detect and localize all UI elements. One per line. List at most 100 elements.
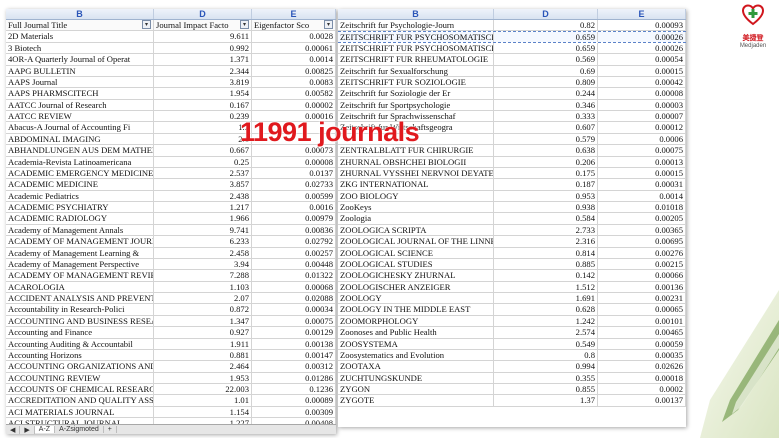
table-cell[interactable]: 0.00365: [598, 224, 686, 236]
table-cell[interactable]: ACADEMY OF MANAGEMENT JOURNAL: [6, 236, 154, 247]
table-cell[interactable]: 2.537: [154, 167, 252, 179]
table-cell[interactable]: 0.00026: [598, 32, 686, 42]
table-cell[interactable]: 1.103: [154, 281, 252, 292]
table-cell[interactable]: 0.659: [494, 32, 598, 42]
table-cell[interactable]: 0.00129: [252, 327, 336, 338]
table-cell[interactable]: 0.638: [494, 145, 598, 156]
table-cell[interactable]: ABDOMINAL IMAGING: [6, 133, 154, 145]
table-cell[interactable]: 0.239: [154, 111, 252, 122]
table-cell[interactable]: Accountability in Research-Polici: [6, 304, 154, 315]
table-cell[interactable]: 0.0028: [252, 31, 336, 42]
table-cell[interactable]: 0.01286: [252, 372, 336, 383]
table-cell[interactable]: 0.00054: [598, 54, 686, 65]
table-cell[interactable]: 0.00465: [598, 327, 686, 338]
table-cell[interactable]: Academy of Management Annals: [6, 224, 154, 236]
table-cell[interactable]: 0.0014: [598, 190, 686, 201]
table-cell[interactable]: AATCC REVIEW: [6, 111, 154, 122]
table-cell[interactable]: 0.25: [154, 156, 252, 167]
column-header-cell[interactable]: Full Journal Title ▾: [6, 20, 154, 31]
table-cell[interactable]: Zoonoses and Public Health: [338, 327, 494, 338]
table-cell[interactable]: 2.574: [494, 327, 598, 338]
table-cell[interactable]: ACCIDENT ANALYSIS AND PREVENTION: [6, 293, 154, 304]
table-cell[interactable]: Academy of Management Perspective: [6, 258, 154, 270]
table-cell[interactable]: 9.611: [154, 31, 252, 42]
table-cell[interactable]: 0.00075: [598, 145, 686, 156]
table-cell[interactable]: Accounting and Finance: [6, 327, 154, 338]
table-cell[interactable]: 0.00015: [598, 167, 686, 179]
table-cell[interactable]: ZOOLOGISCHER ANZEIGER: [338, 281, 494, 292]
table-cell[interactable]: 1.2: [154, 122, 252, 133]
table-cell[interactable]: 1.01: [154, 395, 252, 406]
table-cell[interactable]: 0.00231: [598, 293, 686, 304]
table-cell[interactable]: 6.233: [154, 236, 252, 247]
table-cell[interactable]: 0.00257: [252, 247, 336, 258]
table-cell[interactable]: 1.371: [154, 54, 252, 65]
table-cell[interactable]: ZHURNAL OBSHCHEI BIOLOGII: [338, 156, 494, 167]
table-cell[interactable]: 2.07: [154, 293, 252, 304]
table-cell[interactable]: 2.344: [154, 65, 252, 76]
table-cell[interactable]: Zoologia: [338, 213, 494, 224]
table-cell[interactable]: ZOOLOGICA SCRIPTA: [338, 224, 494, 236]
table-cell[interactable]: 0.885: [494, 258, 598, 270]
table-cell[interactable]: ZEITSCHRIFT FUR PSYCHOSOMATISCHE: [338, 42, 494, 54]
table-cell[interactable]: ZEITSCHRIFT FUR SOZIOLOGIE: [338, 76, 494, 88]
table-cell[interactable]: 0.00075: [252, 315, 336, 327]
table-cell[interactable]: 0.355: [494, 372, 598, 383]
filter-dropdown-icon[interactable]: ▾: [324, 20, 333, 29]
table-cell[interactable]: Zeitschrift fur Psychologie-Journ: [338, 20, 494, 31]
table-cell[interactable]: 0.02088: [252, 293, 336, 304]
table-cell[interactable]: 1.242: [494, 315, 598, 327]
table-cell[interactable]: ACADEMY OF MANAGEMENT REVIEW: [6, 270, 154, 281]
table-cell[interactable]: 0.00599: [252, 190, 336, 201]
table-cell[interactable]: AAPS PHARMSCITECH: [6, 88, 154, 99]
table-cell[interactable]: 0.00061: [252, 42, 336, 54]
table-cell[interactable]: 0.00312: [252, 361, 336, 372]
table-cell[interactable]: ZOOTAXA: [338, 361, 494, 372]
table-cell[interactable]: 0.00695: [598, 236, 686, 247]
table-cell[interactable]: 0.00059: [598, 338, 686, 349]
table-cell[interactable]: ZOOLOGICHESKY ZHURNAL: [338, 270, 494, 281]
table-cell[interactable]: 0.00065: [598, 304, 686, 315]
table-cell[interactable]: 0.607: [494, 122, 598, 133]
table-cell[interactable]: ACCOUNTING REVIEW: [6, 372, 154, 383]
table-cell[interactable]: 1.347: [154, 315, 252, 327]
table-cell[interactable]: 0.0083: [252, 76, 336, 88]
table-cell[interactable]: 0.00031: [598, 179, 686, 190]
table-cell[interactable]: ZOOLOGY: [338, 293, 494, 304]
table-cell[interactable]: 0.667: [154, 145, 252, 156]
table-cell[interactable]: 4OR-A Quarterly Journal of Operat: [6, 54, 154, 65]
table-cell[interactable]: 0.00147: [252, 349, 336, 361]
table-cell[interactable]: ZOOLOGICAL JOURNAL OF THE LINNEAN: [338, 236, 494, 247]
table-cell[interactable]: ZHURNAL VYSSHEI NERVNOI DEYATELNO: [338, 167, 494, 179]
table-cell[interactable]: 0.0006: [598, 133, 686, 145]
table-cell[interactable]: 0.00026: [598, 42, 686, 54]
table-cell[interactable]: ZEITSCHRIFT FUR PSYCHOSOMATISCHE: [338, 32, 494, 42]
table-cell[interactable]: 0.881: [154, 349, 252, 361]
table-cell[interactable]: ACADEMIC MEDICINE: [6, 179, 154, 190]
table-cell[interactable]: 0.8: [494, 349, 598, 361]
table-cell[interactable]: 0.994: [494, 361, 598, 372]
column-letter-d-right[interactable]: D: [494, 9, 598, 19]
table-cell[interactable]: 0.00215: [598, 258, 686, 270]
table-cell[interactable]: 0.00448: [252, 258, 336, 270]
table-cell[interactable]: Zeitschrift fur Sexualforschung: [338, 65, 494, 76]
table-cell[interactable]: ACCOUNTING AND BUSINESS RESEARCH: [6, 315, 154, 327]
table-cell[interactable]: 0.579: [494, 133, 598, 145]
table-cell[interactable]: 22.003: [154, 384, 252, 395]
table-cell[interactable]: ZOOLOGICAL STUDIES: [338, 258, 494, 270]
table-cell[interactable]: 0.00042: [598, 76, 686, 88]
table-cell[interactable]: 0.00002: [252, 99, 336, 110]
table-cell[interactable]: 0.00013: [598, 156, 686, 167]
table-cell[interactable]: 0.0014: [252, 54, 336, 65]
table-cell[interactable]: 0.00979: [252, 213, 336, 224]
table-cell[interactable]: ZUCHTUNGSKUNDE: [338, 372, 494, 383]
table-cell[interactable]: 2.316: [494, 236, 598, 247]
table-cell[interactable]: Zeitschrift fur Soziologie der Er: [338, 88, 494, 99]
table-cell[interactable]: 0.1236: [252, 384, 336, 395]
table-cell[interactable]: ACADEMIC EMERGENCY MEDICINE: [6, 167, 154, 179]
table-cell[interactable]: 0.187: [494, 179, 598, 190]
column-header-cell[interactable]: Journal Impact Facto ▾: [154, 20, 252, 31]
table-cell[interactable]: 0.00015: [598, 65, 686, 76]
table-cell[interactable]: 0.167: [154, 99, 252, 110]
table-cell[interactable]: Abacus-A Journal of Accounting Fi: [6, 122, 154, 133]
